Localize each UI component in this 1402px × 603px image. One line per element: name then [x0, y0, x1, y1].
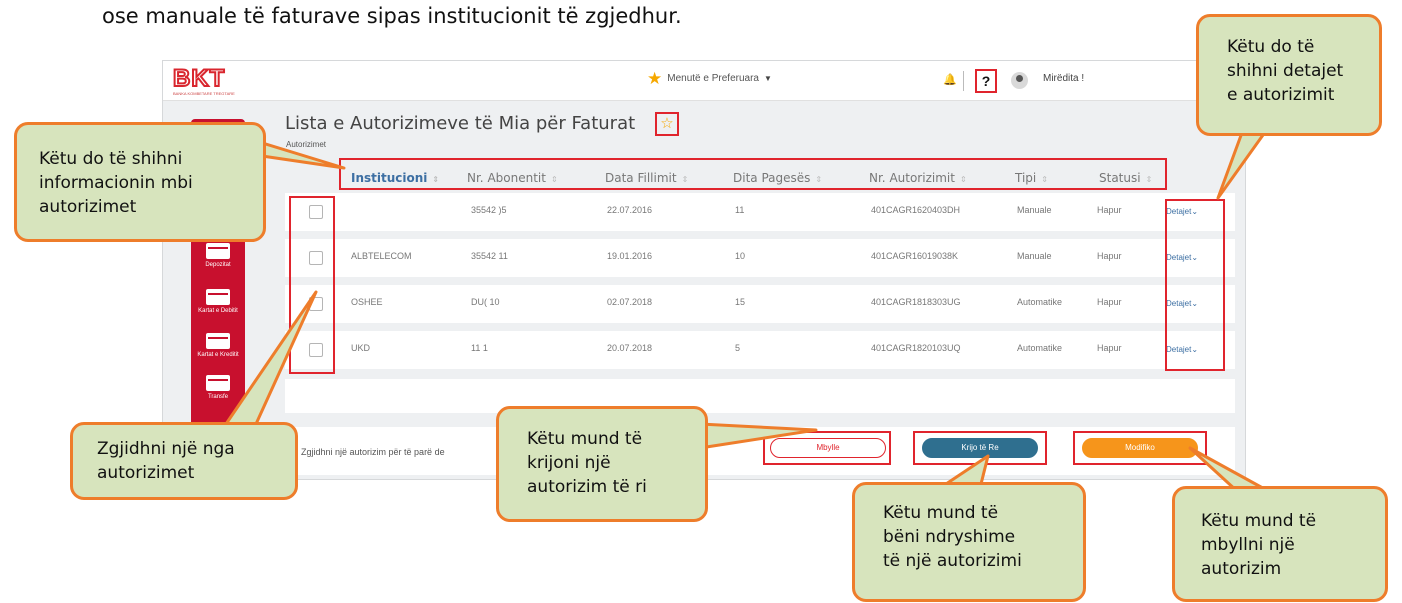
callout-details: Këtu do të shihni detajet e autorizimit — [1196, 14, 1382, 136]
callout-info: Këtu do të shihni informacionin mbi auto… — [14, 122, 266, 242]
callout-create: Këtu mund të krijoni një autorizim të ri — [496, 406, 708, 522]
callout-select: Zgjidhni një nga autorizimet — [70, 422, 298, 500]
callout-modify-text: Këtu mund të bëni ndryshime të një autor… — [883, 503, 1022, 571]
callout-close-text: Këtu mund të mbyllni një autorizim — [1201, 511, 1317, 579]
pointer-select — [224, 290, 318, 426]
callout-details-text: Këtu do të shihni detajet e autorizimit — [1227, 37, 1344, 105]
callout-create-text: Këtu mund të krijoni një autorizim të ri — [527, 429, 647, 497]
callout-close: Këtu mund të mbyllni një autorizim — [1172, 486, 1388, 602]
callout-select-text: Zgjidhni një nga autorizimet — [97, 439, 235, 483]
pointer-create — [698, 422, 818, 450]
callout-modify: Këtu mund të bëni ndryshime të një autor… — [852, 482, 1086, 602]
callout-info-text: Këtu do të shihni informacionin mbi auto… — [39, 149, 193, 217]
